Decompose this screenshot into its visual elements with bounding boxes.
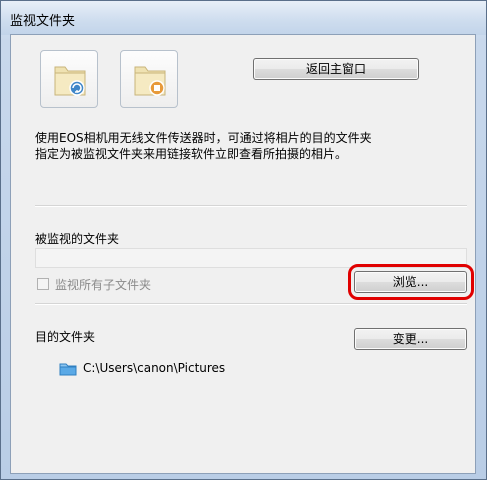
folder-stop-icon (134, 66, 166, 96)
description-line-1: 使用EOS相机用无线文件传送器时，可通过将相片的目的文件夹 (35, 131, 372, 145)
monitor-folder-window: 监视文件夹 返回主窗口 使用EOS相机用无线文件传送器时，可通过将相片的目的文件… (0, 0, 487, 480)
monitor-folder-button[interactable] (40, 50, 98, 108)
change-button[interactable]: 变更... (354, 328, 467, 350)
title-bar[interactable]: 监视文件夹 (1, 1, 486, 35)
monitored-folder-label: 被监视的文件夹 (35, 232, 120, 246)
window-title: 监视文件夹 (10, 14, 76, 29)
description-text: 使用EOS相机用无线文件传送器时，可通过将相片的目的文件夹 指定为被监视文件夹来… (35, 130, 465, 162)
monitor-subfolders-checkbox[interactable] (37, 278, 49, 290)
divider (35, 205, 467, 207)
destination-folder-path: C:\Users\canon\Pictures (83, 361, 226, 375)
description-line-2: 指定为被监视文件夹来用链接软件立即查看所拍摄的相片。 (35, 147, 348, 161)
divider (35, 303, 467, 305)
dialog-body: 返回主窗口 使用EOS相机用无线文件传送器时，可通过将相片的目的文件夹 指定为被… (10, 34, 476, 474)
monitor-subfolders-label: 监视所有子文件夹 (55, 278, 152, 292)
stop-monitor-button[interactable] (120, 50, 178, 108)
folder-icon (59, 363, 77, 376)
destination-folder-label: 目的文件夹 (35, 330, 96, 344)
highlight-annotation (348, 264, 474, 300)
return-main-window-button[interactable]: 返回主窗口 (253, 58, 419, 80)
folder-monitor-icon (54, 66, 86, 96)
